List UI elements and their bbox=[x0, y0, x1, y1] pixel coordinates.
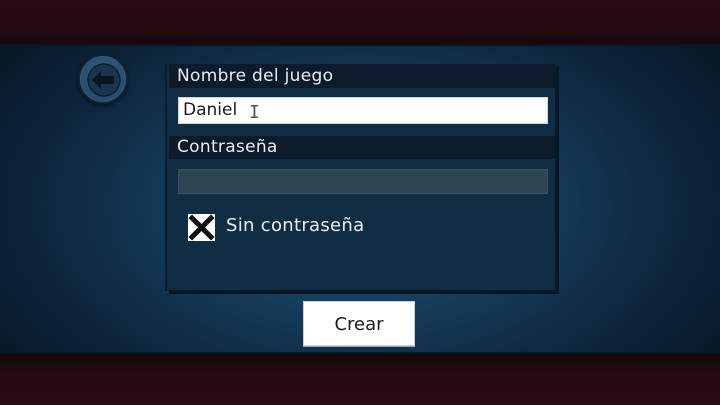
bottom-band bbox=[0, 352, 720, 405]
password-label: Contraseña bbox=[169, 136, 555, 159]
game-name-label: Nombre del juego bbox=[169, 65, 555, 88]
create-game-panel: Nombre del juego Daniel I Contraseña Sin… bbox=[166, 64, 556, 291]
no-password-checkbox[interactable] bbox=[188, 214, 215, 241]
game-name-input[interactable]: Daniel bbox=[178, 97, 548, 124]
checkmark-x-icon bbox=[188, 214, 215, 241]
password-input[interactable] bbox=[178, 169, 548, 194]
no-password-label: Sin contraseña bbox=[226, 215, 365, 236]
text-cursor-icon: I bbox=[249, 102, 260, 123]
back-arrow-icon bbox=[87, 63, 121, 97]
create-button[interactable]: Crear bbox=[303, 301, 415, 346]
back-button[interactable] bbox=[78, 54, 128, 104]
